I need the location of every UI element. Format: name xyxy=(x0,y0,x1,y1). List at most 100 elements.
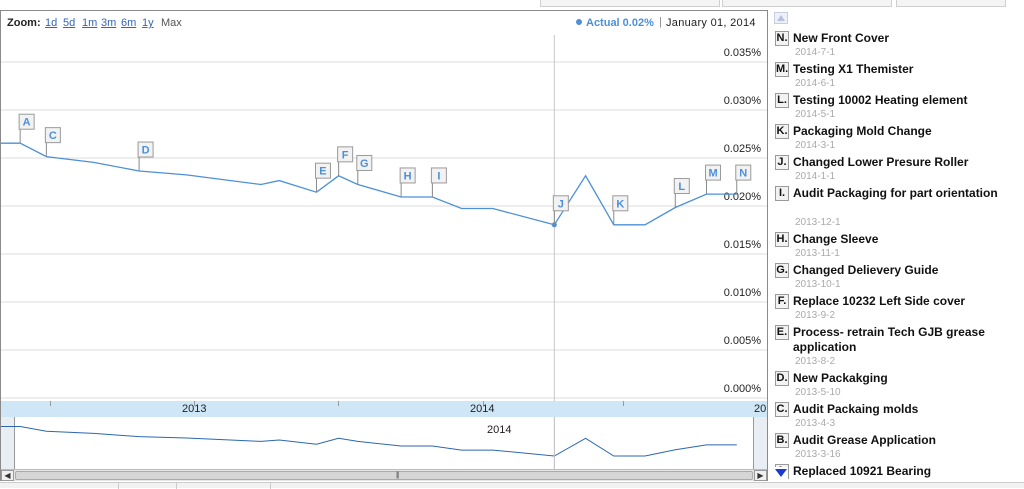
annotation-title: Changed Delievery Guide xyxy=(793,263,939,277)
annotation-key: J. xyxy=(775,155,789,170)
annotation-title: Changed Lower Presure Roller xyxy=(793,155,969,169)
bottom-divider xyxy=(176,483,177,489)
annotation-flag-g[interactable]: G xyxy=(356,154,373,185)
annotation-flag-h[interactable]: H xyxy=(399,167,416,197)
legend-series-value: Actual 0.02% xyxy=(586,17,654,29)
annotation-date: 2013-9-2 xyxy=(795,310,836,321)
annotation-key: M. xyxy=(775,62,789,77)
legend-separator: | xyxy=(659,16,662,28)
annotation-title: Testing 10002 Heating element xyxy=(793,93,968,107)
flag-label: F xyxy=(342,149,349,161)
annotation-flag-k[interactable]: K xyxy=(612,195,629,225)
annotation-title: Replaced 10921 Bearing xyxy=(793,464,932,478)
annotation-title: Testing X1 Themister xyxy=(793,62,914,76)
flag-label: A xyxy=(23,117,31,129)
y-tick-label: 0.010% xyxy=(724,287,762,299)
annotation-date: 2014-6-1 xyxy=(795,78,836,89)
annotation-date: 2014-3-1 xyxy=(795,140,836,151)
y-tick-label: 0.000% xyxy=(724,383,762,395)
annotation-key: K. xyxy=(775,124,789,139)
flag-label: C xyxy=(49,130,57,142)
annotation-title: Change Sleeve xyxy=(793,232,879,246)
annotation-flag-l[interactable]: L xyxy=(673,178,690,208)
annotation-date: 2014-5-1 xyxy=(795,109,836,120)
flag-label: M xyxy=(708,168,717,180)
annotation-date: 2013-10-1 xyxy=(795,279,841,290)
top-tab[interactable] xyxy=(896,0,1006,7)
x-tick xyxy=(338,401,339,406)
annotation-title: Audit Packaing molds xyxy=(793,402,919,416)
y-tick-label: 0.020% xyxy=(724,191,762,203)
top-tab[interactable] xyxy=(722,0,892,7)
zoom-5d-link[interactable]: 5d xyxy=(63,17,75,29)
scroll-down-icon[interactable] xyxy=(774,467,788,479)
navigator-line xyxy=(1,417,737,469)
annotation-key: C. xyxy=(775,402,789,417)
navigator-series-line xyxy=(1,426,737,457)
x-tick-label: 20 xyxy=(754,403,767,415)
flag-label: K xyxy=(616,198,624,210)
annotation-date: 2013-5-10 xyxy=(795,387,841,398)
flag-label: J xyxy=(558,198,564,210)
zoom-max-label: Max xyxy=(161,17,182,29)
annotation-flag-c[interactable]: C xyxy=(44,127,61,157)
annotation-flag-d[interactable]: D xyxy=(137,141,154,172)
scrollbar-grip-icon: ||| xyxy=(396,472,400,479)
annotation-key: G. xyxy=(775,263,789,278)
y-tick-label: 0.025% xyxy=(724,143,762,155)
flag-label: H xyxy=(404,170,412,182)
zoom-1d-link[interactable]: 1d xyxy=(45,17,57,29)
series-dot-icon xyxy=(576,19,582,25)
annotation-flag-a[interactable]: A xyxy=(18,113,35,144)
annotation-key: B. xyxy=(775,433,789,448)
flag-label: E xyxy=(319,166,326,178)
annotated-timeline-chart: Zoom: 1d 5d 1m 3m 6m 1y Max Actual 0.02%… xyxy=(0,10,768,481)
annotation-date: 2013-4-3 xyxy=(795,418,836,429)
annotation-title: New Front Cover xyxy=(793,31,890,45)
top-strip xyxy=(0,0,1024,8)
annotation-title: New Packakging xyxy=(793,371,888,385)
horizontal-scrollbar[interactable]: ◀ ||| ▶ xyxy=(1,469,767,481)
flag-label: G xyxy=(360,158,369,170)
y-tick-label: 0.035% xyxy=(724,47,762,59)
annotation-key: D. xyxy=(775,371,789,386)
x-axis-band: 2013 2014 20 xyxy=(1,401,767,417)
y-tick-label: 0.030% xyxy=(724,95,762,107)
annotation-flag-j[interactable]: J xyxy=(552,195,569,225)
flag-label: I xyxy=(437,170,440,182)
annotation-date: 2013-11-1 xyxy=(795,248,840,259)
annotation-key: N. xyxy=(775,31,789,46)
annotation-title: Audit Grease Application xyxy=(793,433,936,447)
flag-label: D xyxy=(142,145,150,157)
legend-date: January 01, 2014 xyxy=(666,17,756,29)
scroll-right-icon[interactable]: ▶ xyxy=(754,470,767,481)
scroll-up-icon[interactable] xyxy=(774,12,788,24)
annotation-flag-m[interactable]: M xyxy=(705,164,722,195)
x-tick xyxy=(50,401,51,406)
zoom-6m-link[interactable]: 6m xyxy=(121,17,136,29)
scroll-left-icon[interactable]: ◀ xyxy=(1,470,14,481)
bottom-divider xyxy=(118,483,119,489)
zoom-3m-link[interactable]: 3m xyxy=(101,17,116,29)
top-tab[interactable] xyxy=(540,0,720,7)
annotation-date: 2013-8-2 xyxy=(795,356,836,367)
annotation-key: I. xyxy=(775,186,789,201)
scrollbar-thumb[interactable]: ||| xyxy=(15,471,753,480)
y-tick-label: 0.005% xyxy=(724,335,762,347)
zoom-label: Zoom: xyxy=(7,17,41,29)
bottom-strip xyxy=(0,482,1024,489)
annotation-title: Audit Packaging for part orientation xyxy=(793,186,998,200)
x-tick xyxy=(623,401,624,406)
annotation-title: Packaging Mold Change xyxy=(793,124,932,138)
annotation-flag-f[interactable]: F xyxy=(337,146,354,176)
annotation-flag-n[interactable]: N xyxy=(735,164,752,195)
x-tick-label: 2013 xyxy=(182,403,207,415)
range-navigator[interactable]: 2014 xyxy=(1,417,767,469)
plot-area[interactable]: 0.035% 0.030% 0.025% 0.020% 0.015% 0.010% 0.00… xyxy=(1,35,767,401)
annotation-key: L. xyxy=(775,93,789,108)
y-tick-label: 0.015% xyxy=(724,239,762,251)
zoom-1y-link[interactable]: 1y xyxy=(142,17,154,29)
x-tick-label: 2014 xyxy=(470,403,495,415)
zoom-1m-link[interactable]: 1m xyxy=(82,17,97,29)
annotation-flag-i[interactable]: I xyxy=(430,167,447,197)
